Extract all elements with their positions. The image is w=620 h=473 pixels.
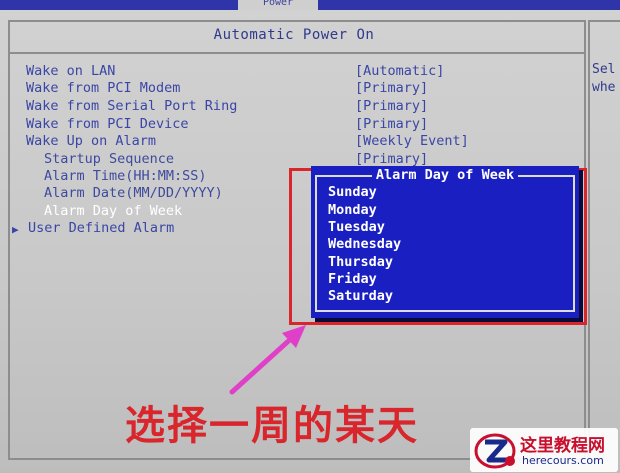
watermark-url: herecours.com (522, 454, 604, 467)
watermark-name: 这里教程网 (520, 436, 605, 456)
bios-screen: Power Sel whe Automatic Power On Wake on… (0, 0, 620, 473)
caption-text: 选择一周的某天 (125, 403, 419, 449)
watermark: 这里教程网 herecours.com (470, 428, 618, 472)
z-logo-icon (474, 433, 516, 469)
